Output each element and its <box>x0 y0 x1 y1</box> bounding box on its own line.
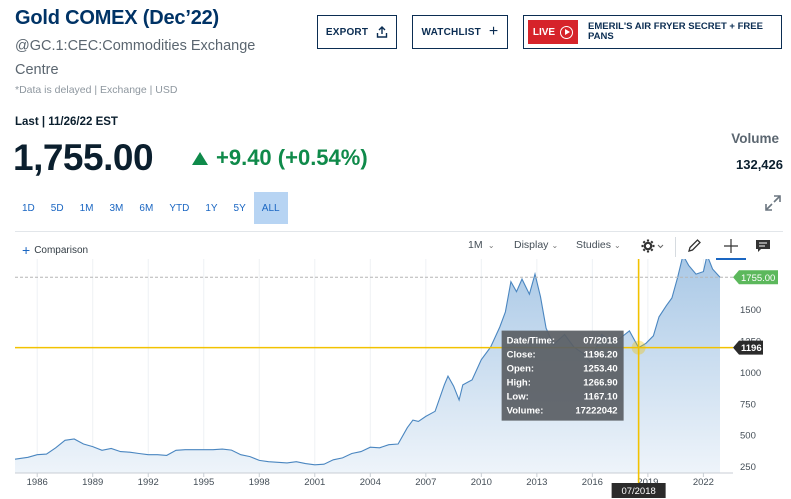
promo-text: EMERIL'S AIR FRYER SECRET + FREE PANS <box>588 20 763 42</box>
range-tab-6m[interactable]: 6M <box>131 192 161 224</box>
range-tab-5y[interactable]: 5Y <box>226 192 254 224</box>
y-tick-label: 1000 <box>740 368 761 379</box>
tooltip-value: 1253.40 <box>583 364 617 375</box>
range-tab-ytd[interactable]: YTD <box>161 192 197 224</box>
instrument-symbol: @GC.1:CEC:Commodities Exchange Centre <box>15 38 256 78</box>
last-trade-label: Last | 11/26/22 EST <box>15 116 118 128</box>
range-tab-all[interactable]: ALL <box>253 192 288 224</box>
range-tab-5d[interactable]: 5D <box>43 192 72 224</box>
tooltip-value: 1196.20 <box>584 350 618 361</box>
live-badge-label: LIVE <box>532 26 556 38</box>
studies-label: Studies <box>576 239 612 251</box>
tooltip-key: Date/Time: <box>507 336 555 347</box>
tooltip-value: 1266.90 <box>583 378 617 389</box>
expand-icon[interactable] <box>763 193 783 213</box>
crosshair-y-badge: 1196 <box>733 340 763 355</box>
comment-icon[interactable] <box>755 239 771 253</box>
live-badge: LIVE <box>528 20 578 44</box>
price-change: +9.40 (+0.54%) <box>192 145 368 171</box>
export-label: EXPORT <box>325 26 369 38</box>
y-tick-label: 500 <box>740 431 756 442</box>
last-price: 1,755.00 <box>13 137 154 178</box>
tooltip-key: Open: <box>507 364 534 375</box>
last-value-label: 1755.00 <box>741 273 775 284</box>
plus-icon: + <box>488 23 499 40</box>
delayed-note: *Data is delayed | Exchange | USD <box>15 84 178 96</box>
x-tick-label: 2022 <box>693 477 714 488</box>
display-dropdown[interactable]: Display ⌄ <box>514 239 558 251</box>
tooltip-value: 07/2018 <box>583 336 617 347</box>
range-tab-1d[interactable]: 1D <box>14 192 43 224</box>
crosshair-y-label: 1196 <box>741 343 762 354</box>
y-tick-label: 750 <box>740 399 756 410</box>
x-tick-label: 1986 <box>27 477 48 488</box>
play-icon <box>560 25 574 39</box>
price-change-value: +9.40 (+0.54%) <box>216 145 368 170</box>
crosshair-icon <box>724 239 738 253</box>
share-icon <box>376 26 388 38</box>
tooltip-key: Low: <box>507 392 529 403</box>
comparison-button[interactable]: + Comparison <box>22 242 88 258</box>
x-tick-label: 1989 <box>82 477 103 488</box>
x-tick-label: 1995 <box>193 477 214 488</box>
chart-toolbar-divider <box>15 231 783 232</box>
comparison-label: Comparison <box>34 244 89 256</box>
toolbar-separator <box>675 237 676 257</box>
display-label: Display <box>514 239 549 251</box>
chevron-down-icon: ⌄ <box>551 241 559 250</box>
chevron-down-icon: ⌄ <box>485 241 495 250</box>
price-chart[interactable]: 250500750100012501500 198619891992199519… <box>15 259 778 498</box>
up-arrow-icon <box>192 151 208 165</box>
crosshair-tool-button[interactable] <box>716 234 746 260</box>
instrument-title: Gold COMEX (Dec’22) <box>15 7 220 29</box>
tooltip-key: High: <box>507 378 531 389</box>
last-value-badge: 1755.00 <box>733 270 778 285</box>
tooltip-key: Volume: <box>507 406 544 417</box>
tooltip-key: Close: <box>507 350 536 361</box>
plus-icon: + <box>22 242 31 258</box>
live-promo-link[interactable]: LIVE EMERIL'S AIR FRYER SECRET + FREE PA… <box>523 15 782 49</box>
crosshair-x-badge: 07/2018 <box>611 483 666 498</box>
interval-label: 1M <box>468 239 483 251</box>
x-tick-label: 2004 <box>360 477 381 488</box>
interval-dropdown[interactable]: 1M ⌄ <box>468 239 495 251</box>
tooltip-value: 17222042 <box>575 406 617 417</box>
y-tick-label: 250 <box>740 462 756 473</box>
export-button[interactable]: EXPORT <box>317 15 397 49</box>
watchlist-label: WATCHLIST <box>421 26 481 38</box>
crosshair-tooltip: Date/Time: 07/2018 Close: 1196.20 Open: 1253.… <box>501 330 624 421</box>
x-tick-label: 2001 <box>304 477 325 488</box>
draw-pencil-icon[interactable] <box>686 238 702 254</box>
crosshair-x-label: 07/2018 <box>621 486 655 497</box>
x-tick-label: 2013 <box>526 477 547 488</box>
settings-gear-icon[interactable] <box>641 238 665 254</box>
x-tick-label: 1992 <box>138 477 159 488</box>
tooltip-value: 1167.10 <box>584 392 618 403</box>
range-tab-1y[interactable]: 1Y <box>197 192 225 224</box>
volume-label: Volume <box>731 131 779 146</box>
time-range-tabs: 1D 5D 1M 3M 6M YTD 1Y 5Y ALL <box>14 192 288 224</box>
y-axis-ticks: 250500750100012501500 <box>740 305 761 473</box>
y-tick-label: 1500 <box>740 305 761 316</box>
x-tick-label: 2007 <box>415 477 436 488</box>
x-tick-label: 1998 <box>249 477 270 488</box>
volume-value: 132,426 <box>736 157 783 172</box>
studies-dropdown[interactable]: Studies ⌄ <box>576 239 621 251</box>
crosshair-point <box>631 340 646 355</box>
watchlist-button[interactable]: WATCHLIST + <box>412 15 508 49</box>
x-tick-label: 2016 <box>582 477 603 488</box>
chevron-down-icon: ⌄ <box>614 241 621 250</box>
x-tick-label: 2010 <box>471 477 492 488</box>
range-tab-3m[interactable]: 3M <box>102 192 132 224</box>
range-tab-1m[interactable]: 1M <box>72 192 102 224</box>
